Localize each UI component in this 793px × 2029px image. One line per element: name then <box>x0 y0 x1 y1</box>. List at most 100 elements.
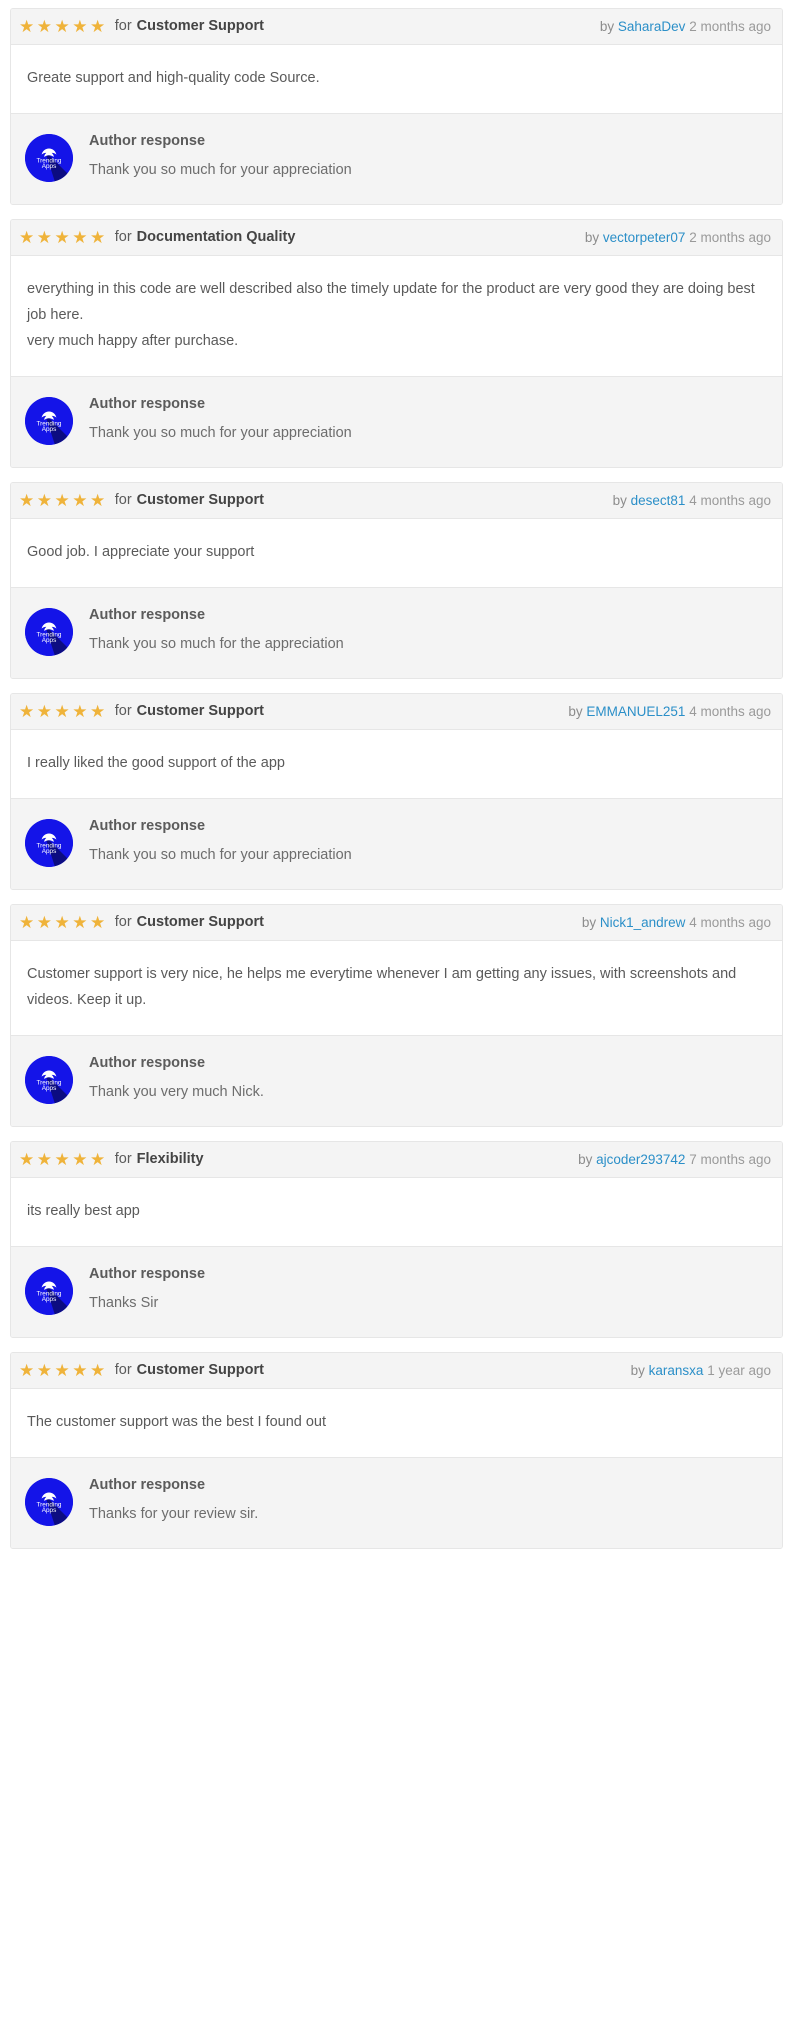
review-body: I really liked the good support of the a… <box>11 730 782 798</box>
star-icon: ★ <box>90 1149 108 1169</box>
author-response-content: Author response Thank you so much for the… <box>89 606 344 654</box>
star-rating: ★ ★ ★ ★ ★ <box>19 703 108 720</box>
author-response-body: Thanks Sir <box>89 1295 159 1311</box>
review-author-link[interactable]: karansxa <box>649 1363 704 1378</box>
review-timestamp: 4 months ago <box>689 492 771 508</box>
review-rating-group: ★ ★ ★ ★ ★ for Customer Support <box>19 18 264 35</box>
author-response-content: Author response Thank you so much for you… <box>89 132 352 180</box>
author-response-title: Author response <box>89 1055 206 1071</box>
trending-apps-logo-icon: Trending Apps <box>25 1267 73 1315</box>
review-timestamp: 2 months ago <box>689 229 771 245</box>
star-rating: ★ ★ ★ ★ ★ <box>19 1362 108 1379</box>
review-category: Customer Support <box>136 18 264 34</box>
trending-apps-logo-icon: Trending Apps <box>25 1478 73 1526</box>
review-meta: by vectorpeter07 2 months ago <box>585 230 771 245</box>
review-category: Customer Support <box>136 492 264 508</box>
review-body-line: very much happy after purchase. <box>27 333 239 349</box>
review-header: ★ ★ ★ ★ ★ for Customer Support by desect81 4 mo… <box>11 483 782 519</box>
author-response-title: Author response <box>89 1477 206 1493</box>
review-rating-group: ★ ★ ★ ★ ★ for Customer Support <box>19 703 264 720</box>
review-card: ★ ★ ★ ★ ★ for Customer Support by Nick1_andrew … <box>10 904 783 1127</box>
author-response: Trending Apps Author response Thanks for yo… <box>11 1457 782 1548</box>
svg-text:Apps: Apps <box>42 426 57 433</box>
author-response-body: Thank you so much for your appreciation <box>89 847 352 863</box>
star-icon: ★ <box>72 490 90 510</box>
star-icon: ★ <box>54 912 73 932</box>
star-rating: ★ ★ ★ ★ ★ <box>19 229 108 246</box>
for-label: for <box>114 1151 132 1167</box>
review-author-link[interactable]: desect81 <box>631 493 686 508</box>
star-icon: ★ <box>90 912 108 932</box>
review-author-link[interactable]: Nick1_andrew <box>600 915 686 930</box>
trending-apps-logo-icon: Trending Apps <box>25 397 73 445</box>
review-card: ★ ★ ★ ★ ★ for Customer Support by karansxa 1 ye… <box>10 1352 783 1549</box>
review-rating-group: ★ ★ ★ ★ ★ for Documentation Quality <box>19 229 295 246</box>
review-category: Customer Support <box>136 1362 264 1378</box>
review-timestamp: 4 months ago <box>689 703 771 719</box>
review-category: Customer Support <box>136 914 264 930</box>
review-body-line: Greate support and high-quality code Sou… <box>27 70 320 86</box>
star-icon: ★ <box>90 701 108 721</box>
review-meta: by ajcoder293742 7 months ago <box>578 1152 771 1167</box>
star-icon: ★ <box>36 1360 55 1380</box>
review-author-link[interactable]: SaharaDev <box>618 19 686 34</box>
star-rating: ★ ★ ★ ★ ★ <box>19 914 108 931</box>
star-rating: ★ ★ ★ ★ ★ <box>19 492 108 509</box>
review-body-line: everything in this code are well describ… <box>27 281 755 323</box>
star-icon: ★ <box>72 1149 90 1169</box>
star-icon: ★ <box>36 701 55 721</box>
by-label: by <box>612 492 627 508</box>
author-response: Trending Apps Author response Thank you so … <box>11 587 782 678</box>
author-response-body: Thank you so much for the appreciation <box>89 636 344 652</box>
author-response-content: Author response Thank you so much for you… <box>89 395 352 443</box>
review-meta: by desect81 4 months ago <box>613 493 771 508</box>
review-meta: by Nick1_andrew 4 months ago <box>582 915 771 930</box>
trending-apps-logo-icon: Trending Apps <box>25 134 73 182</box>
author-response: Trending Apps Author response Thank you so … <box>11 376 782 467</box>
star-icon: ★ <box>19 1149 37 1169</box>
review-body: its really best app <box>11 1178 782 1246</box>
review-rating-group: ★ ★ ★ ★ ★ for Flexibility <box>19 1151 204 1168</box>
star-icon: ★ <box>54 1360 73 1380</box>
star-icon: ★ <box>72 16 90 36</box>
author-response: Trending Apps Author response Thank you so … <box>11 798 782 889</box>
review-author-link[interactable]: ajcoder293742 <box>596 1152 685 1167</box>
star-icon: ★ <box>19 701 37 721</box>
review-rating-group: ★ ★ ★ ★ ★ for Customer Support <box>19 1362 264 1379</box>
author-response: Trending Apps Author response Thanks Sir <box>11 1246 782 1337</box>
by-label: by <box>599 18 615 34</box>
review-meta: by SaharaDev 2 months ago <box>600 19 771 34</box>
star-icon: ★ <box>19 912 37 932</box>
review-rating-group: ★ ★ ★ ★ ★ for Customer Support <box>19 914 264 931</box>
by-label: by <box>578 1151 593 1167</box>
star-rating: ★ ★ ★ ★ ★ <box>19 1151 108 1168</box>
star-icon: ★ <box>72 1360 90 1380</box>
review-meta: by EMMANUEL251 4 months ago <box>568 704 771 719</box>
review-rating-group: ★ ★ ★ ★ ★ for Customer Support <box>19 492 264 509</box>
trending-apps-logo-icon: Trending Apps <box>25 1056 73 1104</box>
star-icon: ★ <box>90 227 108 247</box>
review-card: ★ ★ ★ ★ ★ for Customer Support by SaharaDev 2 m… <box>10 8 783 205</box>
for-label: for <box>114 18 132 34</box>
star-icon: ★ <box>90 16 108 36</box>
for-label: for <box>114 1362 132 1378</box>
star-icon: ★ <box>72 912 90 932</box>
author-response-body: Thank you so much for your appreciation <box>89 162 352 178</box>
review-author-link[interactable]: EMMANUEL251 <box>586 704 685 719</box>
author-response-content: Author response Thank you so much for you… <box>89 817 352 865</box>
star-icon: ★ <box>54 701 73 721</box>
review-header: ★ ★ ★ ★ ★ for Customer Support by EMMANUEL251 4… <box>11 694 782 730</box>
svg-text:Apps: Apps <box>42 1085 57 1092</box>
star-icon: ★ <box>19 227 37 247</box>
for-label: for <box>114 914 132 930</box>
star-icon: ★ <box>54 227 73 247</box>
review-body: The customer support was the best I foun… <box>11 1389 782 1457</box>
review-card: ★ ★ ★ ★ ★ for Documentation Quality by vectorpe… <box>10 219 783 468</box>
by-label: by <box>584 229 600 245</box>
for-label: for <box>114 703 132 719</box>
star-icon: ★ <box>36 1149 55 1169</box>
author-response-body: Thanks for your review sir. <box>89 1506 259 1522</box>
trending-apps-logo-icon: Trending Apps <box>25 608 73 656</box>
review-author-link[interactable]: vectorpeter07 <box>603 230 686 245</box>
svg-text:Apps: Apps <box>42 848 57 855</box>
